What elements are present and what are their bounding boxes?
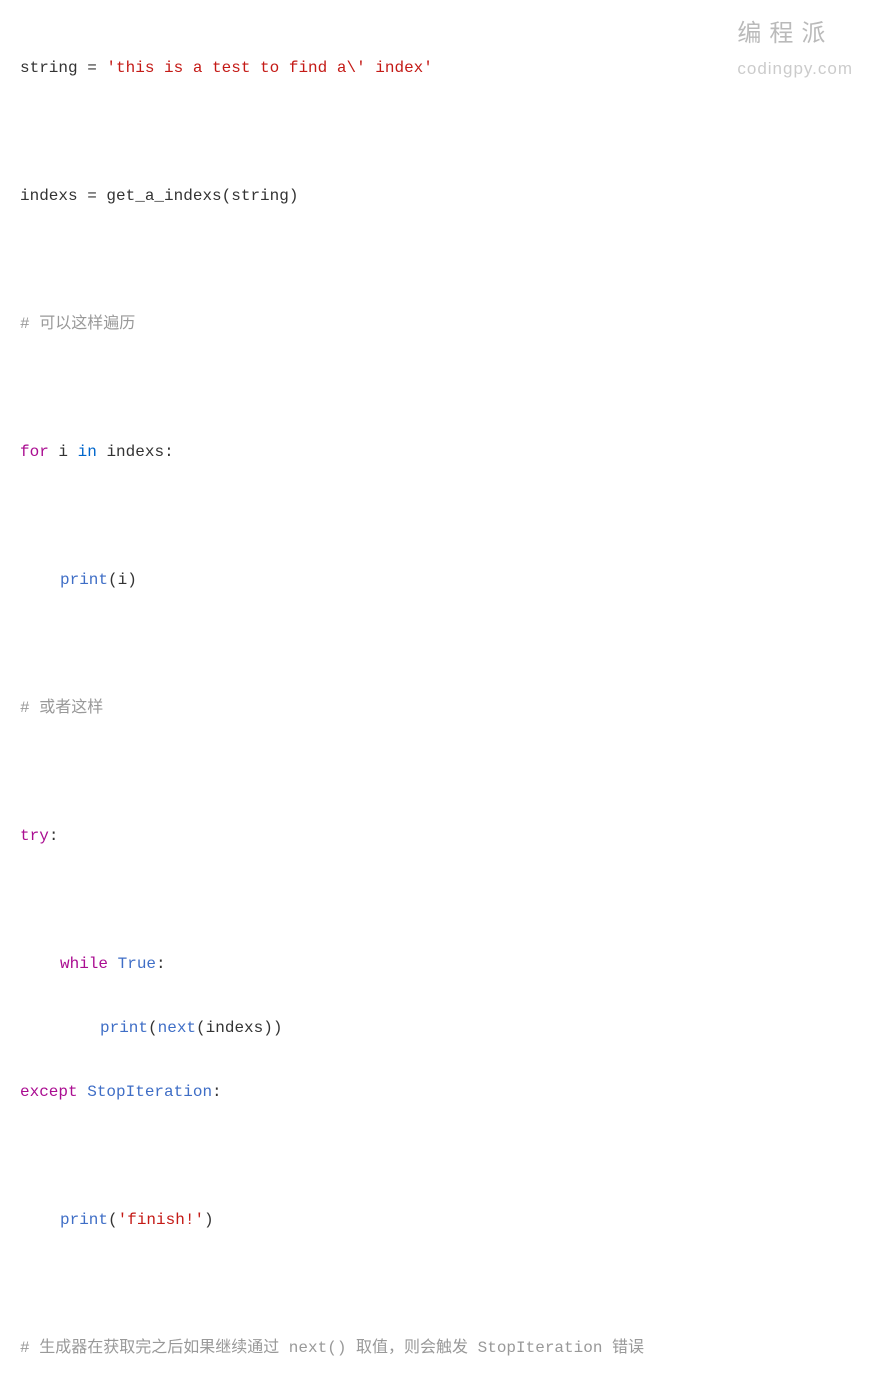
blank-line bbox=[20, 628, 868, 660]
blank-line bbox=[20, 1140, 868, 1172]
code-line-13: try: bbox=[20, 820, 868, 852]
builtin-print: print bbox=[100, 1019, 148, 1037]
func-call: get_a_indexs bbox=[106, 187, 221, 205]
colon: : bbox=[156, 955, 166, 973]
code-block: string = 'this is a test to find a\' ind… bbox=[20, 20, 868, 1398]
arg-i: i bbox=[118, 571, 128, 589]
blank-line bbox=[20, 116, 868, 148]
paren-open: ( bbox=[108, 571, 118, 589]
comment-line-1: # 可以这样遍历 bbox=[20, 308, 868, 340]
code-line-7: for i in indexs: bbox=[20, 436, 868, 468]
blank-line bbox=[20, 884, 868, 916]
builtin-next: next bbox=[158, 1019, 196, 1037]
blank-line bbox=[20, 1396, 868, 1398]
blank-line bbox=[20, 756, 868, 788]
equals-op: = bbox=[78, 59, 107, 77]
code-line-16: print(next(indexs)) bbox=[20, 1012, 868, 1044]
comment-line-2: # 或者这样 bbox=[20, 692, 868, 724]
blank-line bbox=[20, 244, 868, 276]
paren-open: ( bbox=[222, 187, 232, 205]
watermark: 编程派 codingpy.com bbox=[737, 15, 853, 83]
builtin-print: print bbox=[60, 571, 108, 589]
builtin-print: print bbox=[60, 1211, 108, 1229]
blank-line bbox=[20, 372, 868, 404]
code-line-3: indexs = get_a_indexs(string) bbox=[20, 180, 868, 212]
arg: string bbox=[231, 187, 289, 205]
exception-name: StopIteration bbox=[87, 1083, 212, 1101]
inner-paren-open: ( bbox=[196, 1019, 206, 1037]
comment: # 或者这样 bbox=[20, 699, 103, 717]
string-literal: 'finish!' bbox=[118, 1211, 204, 1229]
keyword-while: while bbox=[60, 955, 108, 973]
paren-close: ) bbox=[127, 571, 137, 589]
code-line-19: print('finish!') bbox=[20, 1204, 868, 1236]
paren-close: ) bbox=[204, 1211, 214, 1229]
colon: : bbox=[212, 1083, 222, 1101]
watermark-url: codingpy.com bbox=[737, 55, 853, 82]
variable-indexs: indexs bbox=[20, 187, 78, 205]
code-line-15: while True: bbox=[20, 948, 868, 980]
comment: # 生成器在获取完之后如果继续通过 next() 取值，则会触发 StopIte… bbox=[20, 1339, 644, 1357]
colon: : bbox=[49, 827, 59, 845]
comment: # 可以这样遍历 bbox=[20, 315, 135, 333]
paren-close: ) bbox=[273, 1019, 283, 1037]
blank-line bbox=[20, 500, 868, 532]
arg-indexs: indexs bbox=[206, 1019, 264, 1037]
paren-close: ) bbox=[289, 187, 299, 205]
space bbox=[49, 443, 59, 461]
keyword-try: try bbox=[20, 827, 49, 845]
keyword-in: in bbox=[78, 443, 97, 461]
space bbox=[78, 1083, 88, 1101]
variable-indexs: indexs bbox=[106, 443, 164, 461]
const-true: True bbox=[118, 955, 156, 973]
equals-op: = bbox=[78, 187, 107, 205]
string-literal: 'this is a test to find a\' index' bbox=[106, 59, 432, 77]
paren-open: ( bbox=[108, 1211, 118, 1229]
inner-paren-close: ) bbox=[263, 1019, 273, 1037]
variable-string: string bbox=[20, 59, 78, 77]
space bbox=[108, 955, 118, 973]
space bbox=[97, 443, 107, 461]
keyword-except: except bbox=[20, 1083, 78, 1101]
variable-i: i bbox=[58, 443, 68, 461]
colon: : bbox=[164, 443, 174, 461]
comment-line-3: # 生成器在获取完之后如果继续通过 next() 取值，则会触发 StopIte… bbox=[20, 1332, 868, 1364]
blank-line bbox=[20, 1268, 868, 1300]
code-line-9: print(i) bbox=[20, 564, 868, 596]
keyword-for: for bbox=[20, 443, 49, 461]
space bbox=[68, 443, 78, 461]
watermark-title: 编程派 bbox=[737, 15, 853, 53]
paren-open: ( bbox=[148, 1019, 158, 1037]
code-line-17: except StopIteration: bbox=[20, 1076, 868, 1108]
